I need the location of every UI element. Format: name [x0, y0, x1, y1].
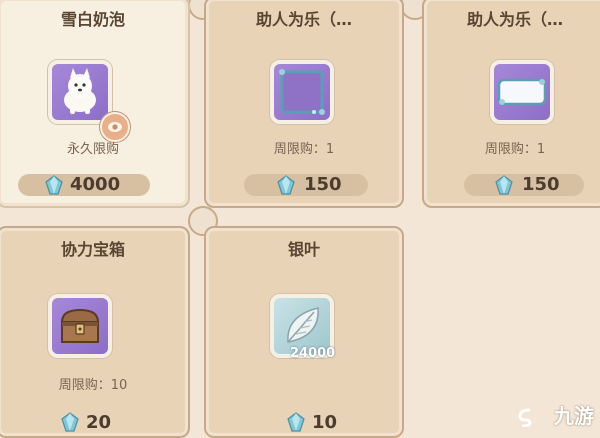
item-title: 雪白奶泡 [60, 10, 125, 29]
crystal-gem-icon [45, 175, 63, 195]
item-price: 20 [86, 412, 112, 433]
watermark-text: 九游 [554, 404, 594, 428]
shop-item-card[interactable]: 雪白奶泡 永久限购 4000 [0, 0, 190, 208]
purchase-limit-text: 周限购：1 [273, 142, 335, 157]
crystal-gem-icon [495, 175, 513, 195]
shop-item-card[interactable]: 助人为乐（… 周限购：1 150 [204, 0, 404, 208]
item-price: 150 [522, 174, 560, 195]
item-icon-frame [490, 60, 554, 124]
shop-item-card[interactable]: 协力宝箱 周限购：10 20 [0, 226, 190, 438]
purchase-limit-text: 周限购：1 [484, 142, 546, 157]
item-title: 助人为乐（… [466, 10, 563, 29]
item-quantity: 24000 [290, 346, 336, 361]
shop-item-card[interactable]: 助人为乐（… 周限购：1 150 [422, 0, 600, 208]
purchase-limit-text: 周限购：10 [58, 378, 128, 393]
purchase-limit-text: 永久限购 [66, 142, 119, 157]
crystal-gem-icon [277, 175, 295, 195]
treasure-chest-icon [60, 308, 100, 343]
item-title: 助人为乐（… [255, 10, 352, 29]
item-title: 协力宝箱 [60, 240, 125, 259]
shop-screen: { "items": [ { "title": "雪白奶泡", "limit":… [0, 0, 600, 438]
white-dog-icon [64, 68, 96, 114]
item-price: 4000 [70, 174, 121, 195]
shop-item-card[interactable]: 银叶 24000 10 [204, 226, 404, 438]
crystal-gem-icon [61, 412, 79, 432]
item-icon-frame [270, 60, 334, 124]
watermark-logo-icon [518, 408, 532, 427]
item-price: 10 [312, 412, 338, 433]
item-title: 银叶 [287, 240, 320, 259]
photo-frame-icon [279, 69, 325, 115]
nameplate-frame-icon [497, 78, 547, 106]
crystal-gem-icon [287, 412, 305, 432]
item-icon-frame [48, 294, 112, 358]
item-price: 150 [304, 174, 342, 195]
